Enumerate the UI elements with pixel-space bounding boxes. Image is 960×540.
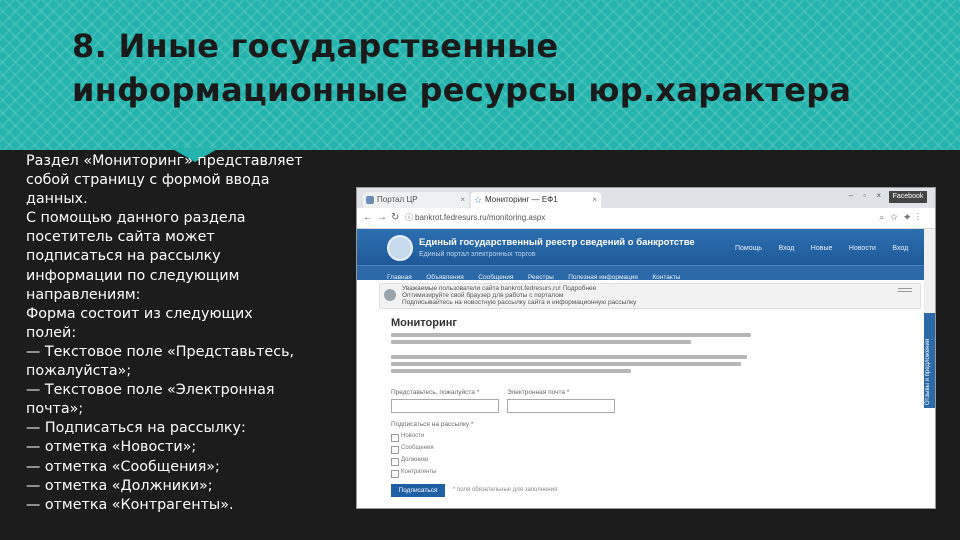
top-link[interactable]: Помощь xyxy=(735,245,762,252)
body-line: С помощью данного раздела xyxy=(26,210,246,227)
name-field-label: Представьтесь, пожалуйста * xyxy=(391,389,480,396)
info-icon: ⓘ xyxy=(405,213,413,222)
window-controls[interactable]: – ▫ × xyxy=(849,191,885,200)
reload-icon[interactable]: ↻ xyxy=(391,212,399,223)
slide-body-text: Раздел «Мониторинг» представляет собой с… xyxy=(26,152,326,515)
tab-label: Портал ЦР xyxy=(377,195,418,204)
body-line: — Текстовое поле «Представьтесь, xyxy=(26,343,295,360)
checkbox-label[interactable]: Сообщения xyxy=(401,445,434,451)
body-line: — отметка «Контрагенты». xyxy=(26,496,234,513)
browser-tab[interactable]: Портал ЦР × xyxy=(363,192,469,208)
site-subtitle: Единый портал электронных торгов xyxy=(419,251,536,258)
menu-item[interactable]: Сообщения xyxy=(478,274,513,281)
checkbox-messages[interactable] xyxy=(391,446,399,454)
email-field-label: Электронная почта * xyxy=(507,389,570,396)
close-icon[interactable]: × xyxy=(592,192,597,208)
menu-item[interactable]: Контакты xyxy=(652,274,680,281)
menu-item[interactable]: Главная xyxy=(387,274,412,281)
close-icon[interactable]: × xyxy=(460,192,465,208)
body-line: направлениям: xyxy=(26,286,141,303)
top-link[interactable]: Новости xyxy=(849,245,876,252)
user-badge[interactable]: Facebook xyxy=(889,191,927,203)
required-note: * поля обязательные для заполнения xyxy=(453,487,558,493)
site-title[interactable]: Единый государственный реестр сведений о… xyxy=(419,237,695,248)
top-link[interactable]: Новые xyxy=(811,245,833,252)
tab-label: Мониторинг — ЕФ1 xyxy=(485,195,558,204)
feedback-label: Отзывы и предложения xyxy=(925,338,931,405)
checkbox-debtors[interactable] xyxy=(391,458,399,466)
browser-tabbar: Портал ЦР × ☆ Мониторинг — ЕФ1 × – ▫ × F… xyxy=(357,188,935,208)
body-line: пожалуйста»; xyxy=(26,363,132,380)
scrollbar[interactable] xyxy=(924,229,935,313)
checkbox-label[interactable]: Контрагенты xyxy=(401,469,436,475)
address-bar: ← → ↻ ⓘ bankrot.fedresurs.ru/monitoring.… xyxy=(357,208,935,229)
site-banner: Единый государственный реестр сведений о… xyxy=(357,229,924,265)
subscribe-button[interactable]: Подписаться xyxy=(391,484,445,497)
page-heading: Мониторинг xyxy=(391,317,457,329)
body-line: данных. xyxy=(26,191,88,208)
body-line: — Подписаться на рассылку: xyxy=(26,420,246,437)
body-line: информации по следующим xyxy=(26,267,240,284)
info-icon xyxy=(384,289,396,301)
slide-title: 8. Иные государственные информационные р… xyxy=(72,24,932,112)
body-line: — отметка «Должники»; xyxy=(26,477,213,494)
top-link[interactable]: Вход xyxy=(779,245,795,252)
site-icon xyxy=(366,196,374,204)
body-line: — отметка «Новости»; xyxy=(26,439,197,456)
info-paragraph xyxy=(391,355,751,376)
star-icon: ☆ xyxy=(474,195,483,205)
site-top-links: Помощь Вход Новые Новости Вход xyxy=(735,237,920,255)
menu-item[interactable]: Объявления xyxy=(426,274,464,281)
slide-title-line: 8. Иные государственные xyxy=(72,27,559,65)
site-logo[interactable] xyxy=(387,235,413,261)
email-input[interactable] xyxy=(507,399,615,413)
name-input[interactable] xyxy=(391,399,499,413)
notice-line[interactable]: Уважаемые пользователи сайта bankrot.fed… xyxy=(402,285,596,292)
notice-line: Подписывайтесь на новостную рассылку сай… xyxy=(402,299,637,306)
menu-icon[interactable] xyxy=(898,288,912,289)
forward-icon[interactable]: → xyxy=(377,212,387,223)
menu-item[interactable]: Реестры xyxy=(528,274,554,281)
checkbox-news[interactable] xyxy=(391,434,399,442)
browser-screenshot: Портал ЦР × ☆ Мониторинг — ЕФ1 × – ▫ × F… xyxy=(356,187,936,509)
url-field[interactable]: bankrot.fedresurs.ru/monitoring.aspx xyxy=(415,211,795,225)
body-line: подписаться на рассылку xyxy=(26,248,221,265)
subscribe-label: Подписаться на рассылку * xyxy=(391,421,474,428)
addressbar-icons[interactable]: ⌕☆✦⋮ xyxy=(879,212,925,223)
body-line: полей: xyxy=(26,324,77,341)
body-line: — отметка «Сообщения»; xyxy=(26,458,220,475)
checkbox-label[interactable]: Должники xyxy=(401,457,429,463)
notice-line[interactable]: Оптимизируйте свой браузер для работы с … xyxy=(402,292,563,299)
body-line: почта»; xyxy=(26,401,84,418)
checkbox-contractors[interactable] xyxy=(391,470,399,478)
menu-item[interactable]: Полезная информация xyxy=(568,274,638,281)
notice-box: Уважаемые пользователи сайта bankrot.fed… xyxy=(379,283,921,309)
checkbox-label[interactable]: Новости xyxy=(401,433,424,439)
web-page: Единый государственный реестр сведений о… xyxy=(357,229,924,508)
body-line: Форма состоит из следующих xyxy=(26,305,253,322)
body-line: Раздел «Мониторинг» представляет xyxy=(26,153,303,169)
top-link[interactable]: Вход xyxy=(892,245,908,252)
intro-paragraph xyxy=(391,333,751,347)
body-line: — Текстовое поле «Электронная xyxy=(26,382,275,399)
body-line: посетитель сайта может xyxy=(26,229,215,246)
browser-tab-active[interactable]: ☆ Мониторинг — ЕФ1 × xyxy=(471,192,601,208)
slide-title-line: информационные ресурсы юр.характера xyxy=(72,71,852,109)
body-line: собой страницу с формой ввода xyxy=(26,172,270,189)
back-icon[interactable]: ← xyxy=(363,212,373,223)
feedback-side-tab[interactable]: Отзывы и предложения xyxy=(924,313,935,408)
site-menu: Главная Объявления Сообщения Реестры Пол… xyxy=(357,265,924,281)
